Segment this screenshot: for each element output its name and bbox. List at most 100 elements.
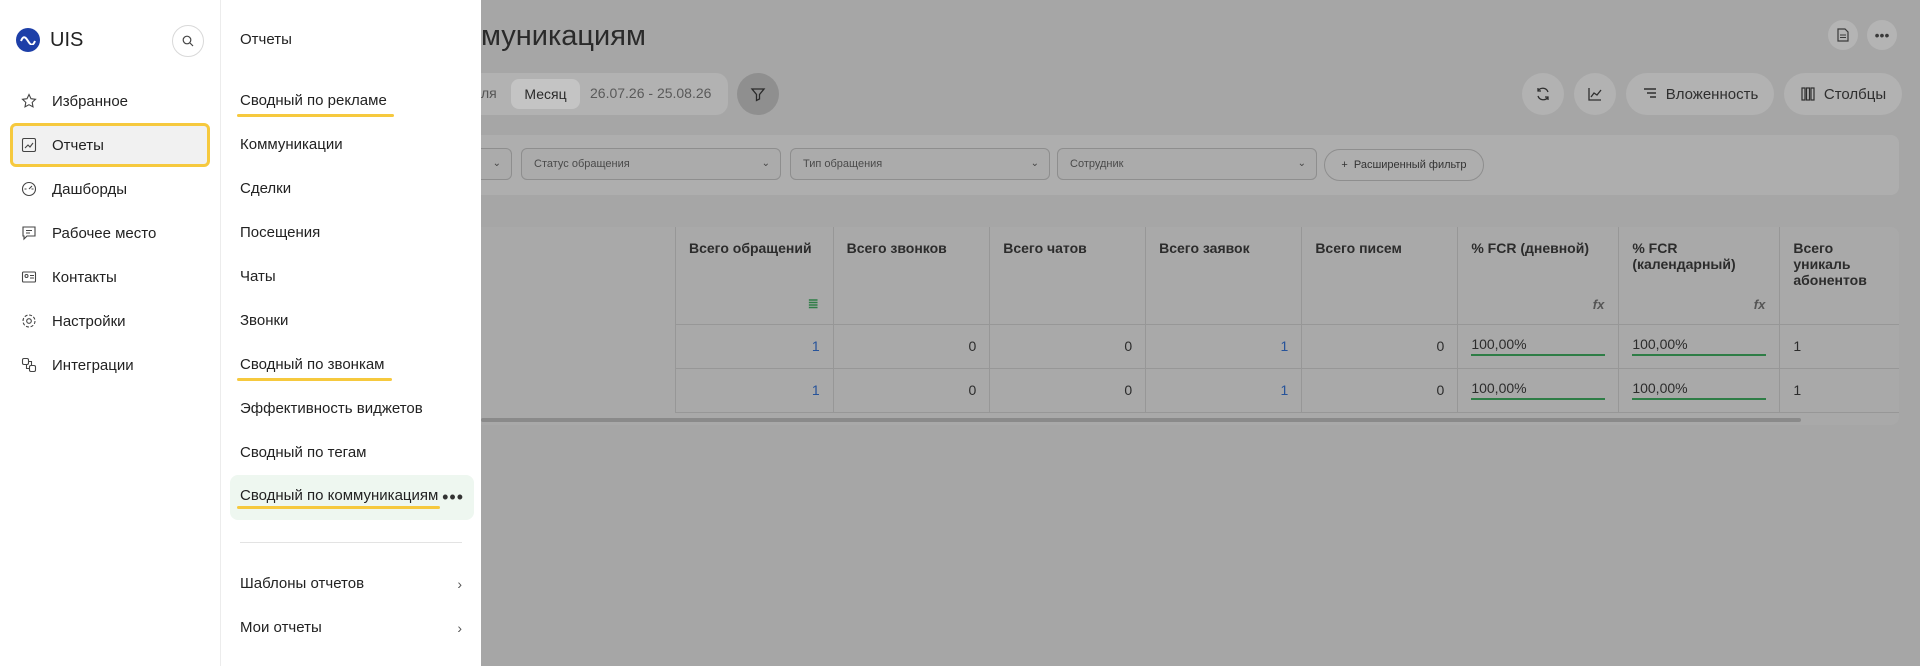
sidebar-item-label: Контакты — [52, 268, 117, 286]
date-range[interactable]: 26.07.26 - 25.08.26 — [590, 85, 711, 101]
status-filter[interactable]: Статус обращения ⌄ — [521, 148, 781, 180]
uis-logo-icon — [16, 28, 40, 52]
column-header[interactable]: Всего обращений ≣ — [675, 227, 834, 325]
column-header[interactable]: % FCR (календарный) fx — [1618, 227, 1780, 325]
nesting-button[interactable]: Вложенность — [1626, 73, 1774, 115]
submenu-item-ads-summary[interactable]: Сводный по рекламе — [237, 90, 394, 117]
gear-icon — [20, 312, 38, 330]
main-content: муникациям ••• ля Месяц 26.07.26 - 25.08… — [481, 0, 1920, 666]
refresh-button[interactable] — [1522, 73, 1564, 115]
table-cell[interactable]: 1 — [675, 324, 834, 369]
formula-icon[interactable]: fx — [1754, 297, 1766, 312]
chart-line-icon — [1588, 88, 1602, 101]
report-icon — [20, 136, 38, 154]
submenu-item-chats[interactable]: Чаты — [240, 266, 276, 288]
column-header[interactable]: Всего писем — [1301, 227, 1458, 325]
status-filter-label: Статус обращения — [534, 158, 630, 170]
filter-bar: ⌄ Статус обращения ⌄ Тип обращения ⌄ Сотру… — [481, 135, 1899, 195]
sidebar-item-integrations[interactable]: Интеграции — [10, 343, 210, 387]
submenu-item-tags-summary[interactable]: Сводный по тегам — [240, 442, 366, 464]
search-button[interactable] — [172, 25, 204, 57]
sidebar-item-label: Дашборды — [52, 180, 127, 198]
chevron-down-icon: ⌄ — [1297, 158, 1306, 169]
employee-filter-label: Сотрудник — [1070, 158, 1124, 170]
table-cell: 0 — [989, 324, 1146, 369]
filter-select-partial[interactable]: ⌄ — [481, 148, 512, 180]
sidebar-item-label: Отчеты — [52, 136, 104, 154]
sidebar-item-reports[interactable]: Отчеты — [10, 123, 210, 167]
search-icon — [182, 35, 194, 47]
star-icon — [20, 92, 38, 110]
table-cell[interactable]: 1 — [1145, 368, 1302, 413]
period-month[interactable]: Месяц — [511, 79, 580, 109]
submenu-item-calls-summary[interactable]: Сводный по звонкам — [237, 354, 391, 381]
table-cell: 100,00% — [1618, 324, 1780, 369]
page-title: муникациям — [481, 20, 646, 52]
chevron-down-icon: ⌄ — [492, 158, 501, 169]
table-cell[interactable]: 1 — [675, 368, 834, 413]
table-cell: 1 — [1779, 368, 1899, 413]
reports-submenu: Отчеты Сводный по рекламе Коммуникации С… — [220, 0, 481, 666]
plus-icon: + — [1341, 159, 1348, 171]
column-header[interactable]: % FCR (дневной) fx — [1457, 227, 1619, 325]
advanced-filter-button[interactable]: + Расширенный фильтр — [1324, 149, 1484, 181]
submenu-item-calls[interactable]: Звонки — [240, 310, 288, 332]
submenu-item-visits[interactable]: Посещения — [240, 222, 320, 244]
table-cell: 0 — [989, 368, 1146, 413]
table-cell: 1 — [1779, 324, 1899, 369]
sidebar-item-contacts[interactable]: Контакты — [10, 255, 210, 299]
workplace-icon — [20, 224, 38, 242]
columns-button[interactable]: Столбцы — [1784, 73, 1902, 115]
refresh-icon — [1537, 87, 1549, 101]
table-cell[interactable]: 1 — [1145, 324, 1302, 369]
columns-icon — [1801, 87, 1815, 101]
brand-name: UIS — [50, 28, 84, 51]
brand[interactable]: UIS — [16, 28, 83, 52]
sidebar-item-favorites[interactable]: Избранное — [10, 79, 210, 123]
more-icon[interactable]: ••• — [442, 487, 464, 508]
submenu-item-label: Шаблоны отчетов — [240, 575, 365, 592]
document-icon — [1837, 28, 1849, 42]
sidebar-nav: Избранное Отчеты Дашборды Рабочее место … — [10, 79, 210, 387]
column-header[interactable]: Всего чатов — [989, 227, 1146, 325]
column-header[interactable]: Всего звонков — [832, 227, 990, 325]
export-doc-button[interactable] — [1828, 20, 1858, 50]
nesting-icon[interactable]: ≣ — [808, 296, 819, 312]
submenu-title: Отчеты — [240, 31, 292, 48]
sidebar-item-label: Настройки — [52, 312, 126, 330]
chevron-down-icon: ⌄ — [761, 158, 770, 169]
type-filter-label: Тип обращения — [803, 158, 883, 170]
submenu-item-label: Мои отчеты — [240, 619, 322, 636]
integrations-icon — [20, 356, 38, 374]
table-cell: 100,00% — [1618, 368, 1780, 413]
column-header[interactable]: Всего заявок — [1145, 227, 1302, 325]
table-cell: 0 — [832, 368, 990, 413]
chart-button[interactable] — [1574, 73, 1616, 115]
employee-filter[interactable]: Сотрудник ⌄ — [1057, 148, 1317, 180]
submenu-item-communications-summary[interactable]: Сводный по коммуникациям ••• — [230, 475, 474, 520]
submenu-item-communications[interactable]: Коммуникации — [240, 134, 343, 156]
sidebar-item-label: Избранное — [52, 92, 129, 110]
table-cell: 0 — [1301, 324, 1458, 369]
sidebar-item-label: Интеграции — [52, 356, 134, 374]
submenu-item-deals[interactable]: Сделки — [240, 178, 291, 200]
table-row: 1 0 0 1 0 100,00% 100,00% 1 — [675, 324, 1899, 369]
chevron-right-icon: › — [457, 575, 462, 592]
sidebar-item-workplace[interactable]: Рабочее место — [10, 211, 210, 255]
column-header[interactable]: Всего уникаль абонентов — [1779, 227, 1899, 325]
submenu-item-report-templates[interactable]: Шаблоны отчетов › — [240, 575, 462, 592]
period-week[interactable]: ля — [481, 85, 497, 101]
filter-button[interactable] — [737, 73, 779, 115]
report-table: Всего обращений ≣ Всего звонков Всего чат… — [481, 227, 1899, 425]
sidebar-item-settings[interactable]: Настройки — [10, 299, 210, 343]
more-options-button[interactable]: ••• — [1867, 20, 1897, 50]
formula-icon[interactable]: fx — [1593, 297, 1605, 312]
type-filter[interactable]: Тип обращения ⌄ — [790, 148, 1050, 180]
sidebar: UIS Избранное Отчеты Дашборды Рабочее ме… — [0, 0, 220, 666]
submenu-item-my-reports[interactable]: Мои отчеты › — [240, 619, 462, 636]
submenu-item-widget-efficiency[interactable]: Эффективность виджетов — [240, 398, 423, 420]
sidebar-item-dashboards[interactable]: Дашборды — [10, 167, 210, 211]
horizontal-scrollbar[interactable] — [481, 418, 1801, 422]
funnel-icon — [750, 88, 766, 102]
table-cell: 100,00% — [1457, 368, 1619, 413]
